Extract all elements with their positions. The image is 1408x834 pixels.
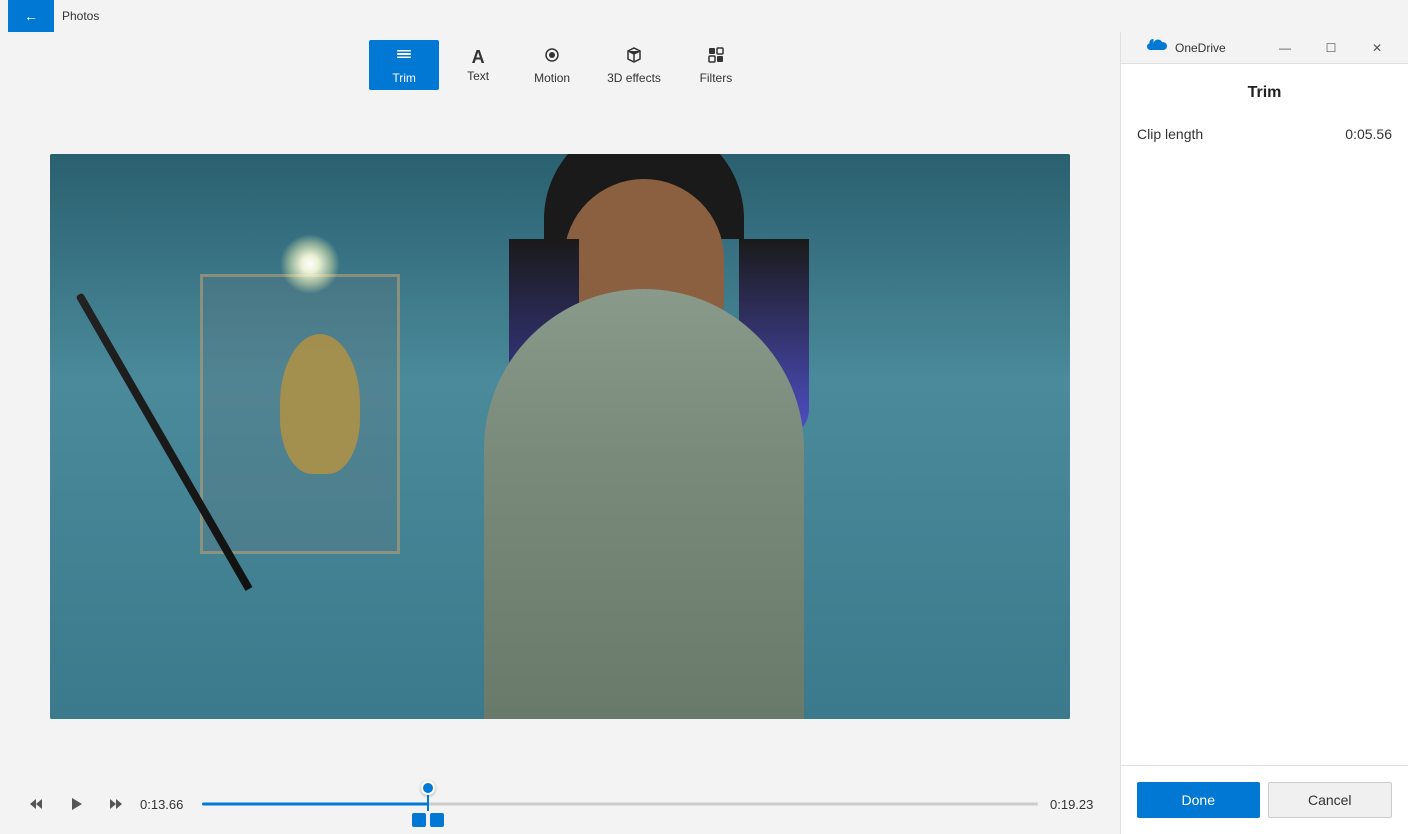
onedrive-cloud-icon [1145,37,1167,53]
panel-content: Trim Clip length 0:05.56 [1121,64,1408,765]
trim-circle [421,781,435,795]
clip-length-row: Clip length 0:05.56 [1137,122,1392,146]
video-frame [50,154,1070,719]
onedrive-icon [1145,37,1167,58]
maximize-button[interactable]: ☐ [1308,32,1354,64]
trim-stem [427,795,429,811]
editor-area: Trim A Text Motion [0,32,1120,834]
done-button[interactable]: Done [1137,782,1260,818]
end-time: 0:19.23 [1050,797,1100,812]
play-button[interactable] [60,788,92,820]
trim-icon [395,46,413,68]
text-icon: A [472,48,485,66]
light-glow [280,234,340,294]
filters-label: Filters [700,72,733,84]
trim-bracket-left [412,813,426,827]
fast-forward-button[interactable] [100,788,132,820]
3d-effects-label: 3D effects [607,72,661,84]
clip-length-value: 0:05.56 [1345,126,1392,142]
minimize-icon: — [1279,41,1291,55]
close-icon: ✕ [1372,41,1382,55]
rewind-icon [28,796,44,812]
filters-icon [707,46,725,68]
right-panel: OneDrive — ☐ ✕ Trim Clip length 0:05.56 … [1120,32,1408,834]
back-button[interactable]: ← [8,0,54,32]
person-body [484,289,804,719]
minimize-button[interactable]: — [1262,32,1308,64]
text-label: Text [467,70,489,82]
tab-filters[interactable]: Filters [681,40,751,90]
trim-label: Trim [392,72,416,84]
close-button[interactable]: ✕ [1354,32,1400,64]
tab-text[interactable]: A Text [443,42,513,88]
tab-3d-effects[interactable]: 3D effects [591,40,677,90]
clip-length-label: Clip length [1137,126,1203,142]
panel-actions: Done Cancel [1121,765,1408,834]
trim-bracket-right [430,813,444,827]
motion-label: Motion [534,72,570,84]
motion-icon [543,46,561,68]
person-area [434,229,854,719]
trim-handle[interactable] [412,781,444,827]
current-time: 0:13.66 [140,797,190,812]
play-icon [68,796,84,812]
panel-titlebar: OneDrive — ☐ ✕ [1121,32,1408,64]
video-scene [50,154,1070,719]
video-container [0,98,1120,774]
cancel-button[interactable]: Cancel [1268,782,1393,818]
fast-forward-icon [108,796,124,812]
toolbar: Trim A Text Motion [0,32,1120,98]
back-icon: ← [24,8,38,24]
titlebar: ← Photos [0,0,1408,32]
rewind-button[interactable] [20,788,52,820]
tab-trim[interactable]: Trim [369,40,439,90]
panel-title: Trim [1137,84,1392,102]
timeline-progress [202,803,428,806]
trim-brackets [412,813,444,827]
maximize-icon: ☐ [1326,41,1337,55]
onedrive-label: OneDrive [1175,41,1226,55]
controls-bar: 0:13.66 0:19.23 [0,774,1120,834]
tab-motion[interactable]: Motion [517,40,587,90]
bg-artwork [280,334,360,474]
main-content: Trim A Text Motion [0,32,1408,834]
app-title: Photos [62,9,99,23]
3d-effects-icon [625,46,643,68]
timeline[interactable] [202,788,1038,820]
